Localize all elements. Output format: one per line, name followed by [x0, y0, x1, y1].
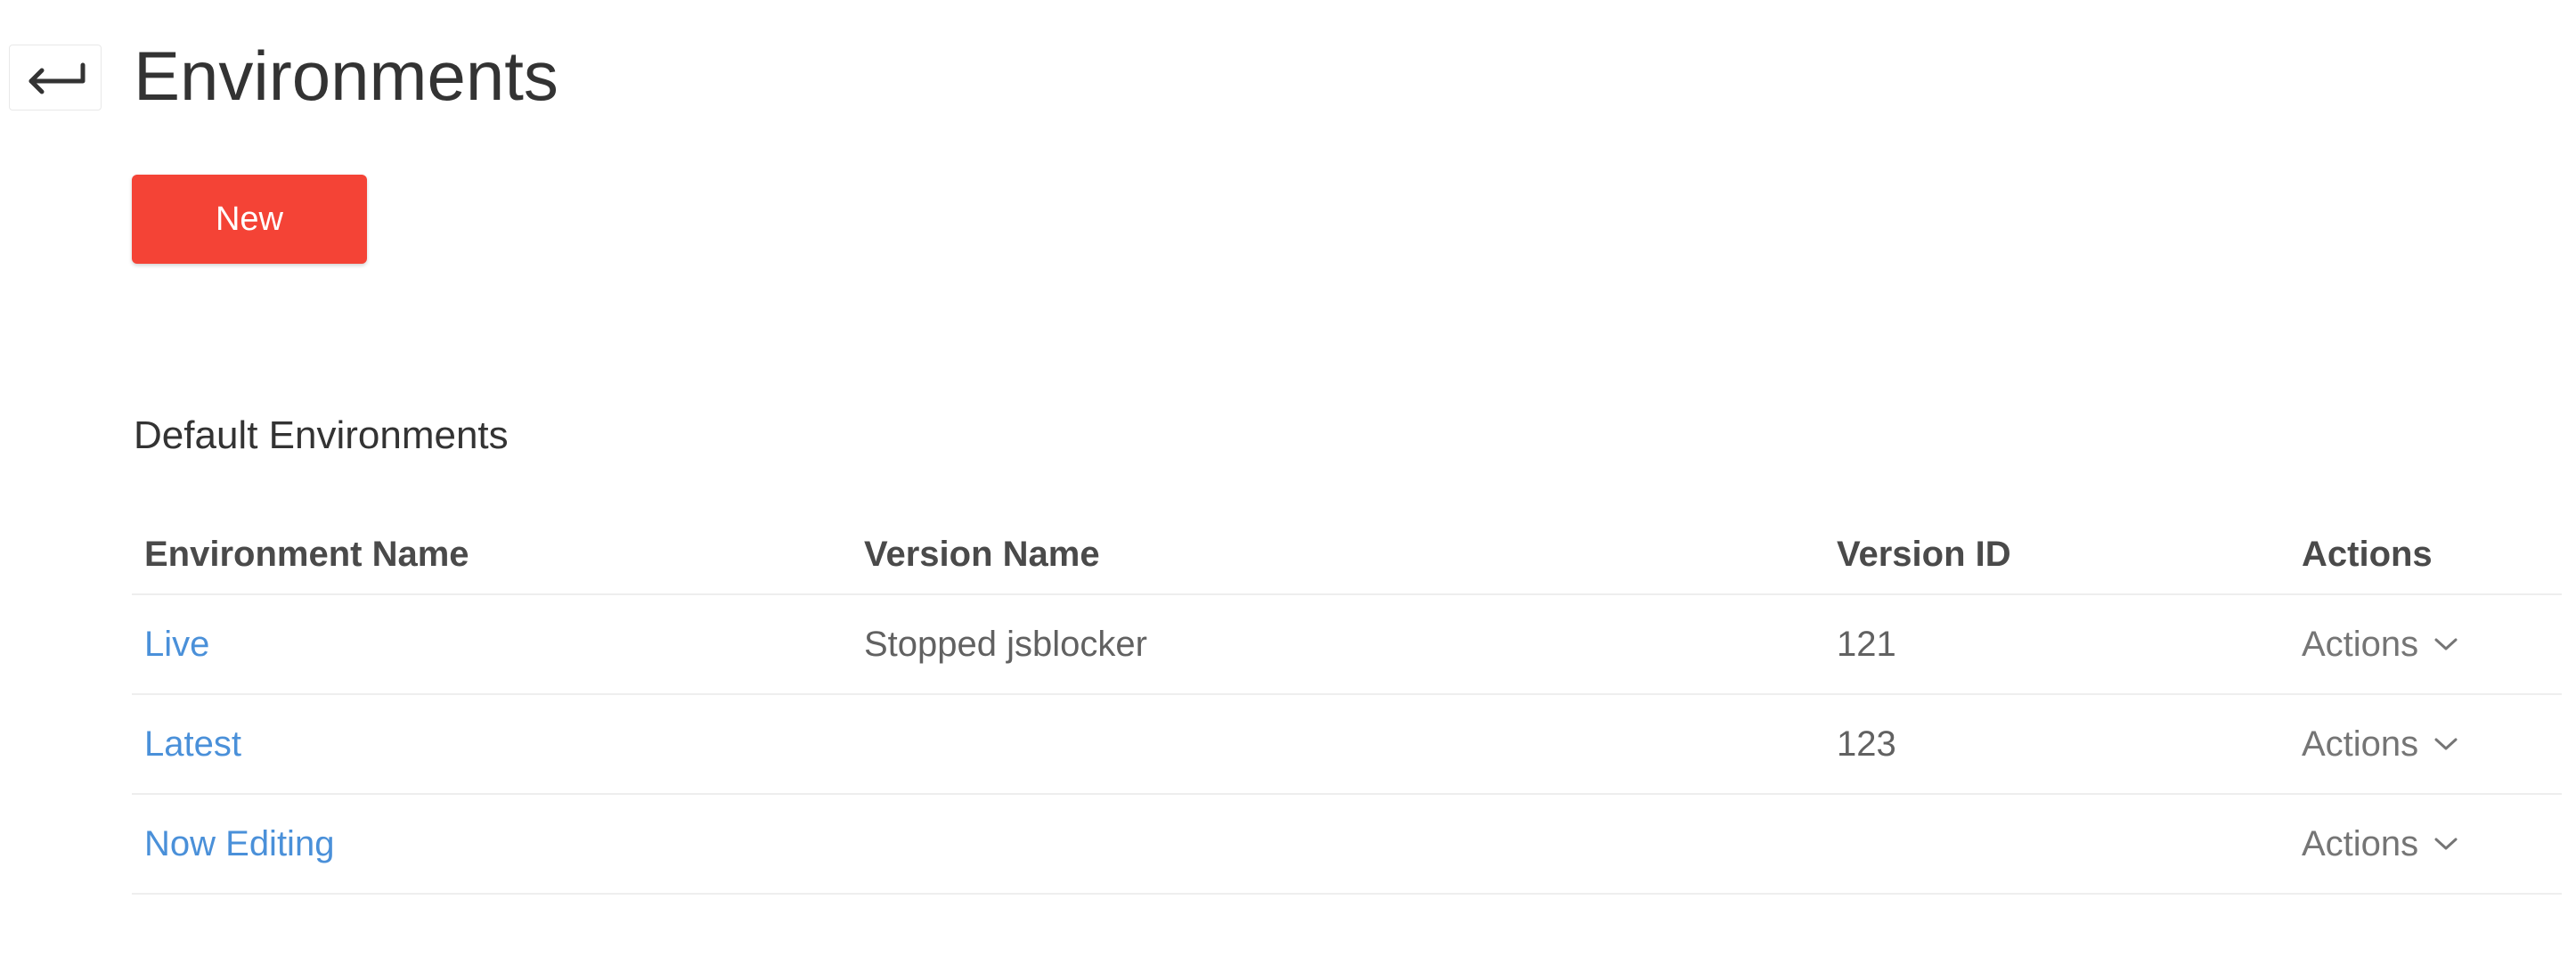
column-header-version-name: Version Name — [864, 534, 1100, 574]
actions-label: Actions — [2302, 724, 2419, 764]
actions-label: Actions — [2302, 624, 2419, 664]
actions-dropdown-live[interactable]: Actions — [2302, 625, 2459, 665]
version-id-cell: 121 — [1837, 624, 1896, 664]
table-header-row: Environment Name Version Name Version ID… — [132, 515, 2562, 595]
page-title: Environments — [134, 37, 558, 115]
chevron-down-icon — [2433, 735, 2459, 753]
column-header-actions: Actions — [2302, 534, 2433, 574]
column-header-version-id: Version ID — [1837, 534, 2011, 574]
environment-link-latest[interactable]: Latest — [144, 724, 241, 764]
table-row: Live Stopped jsblocker 121 Actions — [132, 595, 2562, 695]
back-button[interactable] — [9, 45, 102, 110]
table-row: Now Editing Actions — [132, 795, 2562, 895]
environment-link-live[interactable]: Live — [144, 625, 209, 664]
version-id-cell: 123 — [1837, 724, 1896, 764]
environment-link-now-editing[interactable]: Now Editing — [144, 824, 334, 863]
actions-dropdown-now-editing[interactable]: Actions — [2302, 824, 2459, 864]
chevron-down-icon — [2433, 635, 2459, 653]
actions-dropdown-latest[interactable]: Actions — [2302, 724, 2459, 765]
return-arrow-icon — [24, 60, 86, 95]
column-header-environment-name: Environment Name — [144, 534, 469, 574]
new-button[interactable]: New — [132, 175, 367, 264]
table-row: Latest 123 Actions — [132, 695, 2562, 795]
actions-label: Actions — [2302, 823, 2419, 863]
environments-table: Environment Name Version Name Version ID… — [132, 515, 2562, 895]
version-name-cell: Stopped jsblocker — [864, 624, 1147, 664]
chevron-down-icon — [2433, 835, 2459, 853]
section-title: Default Environments — [134, 413, 509, 457]
